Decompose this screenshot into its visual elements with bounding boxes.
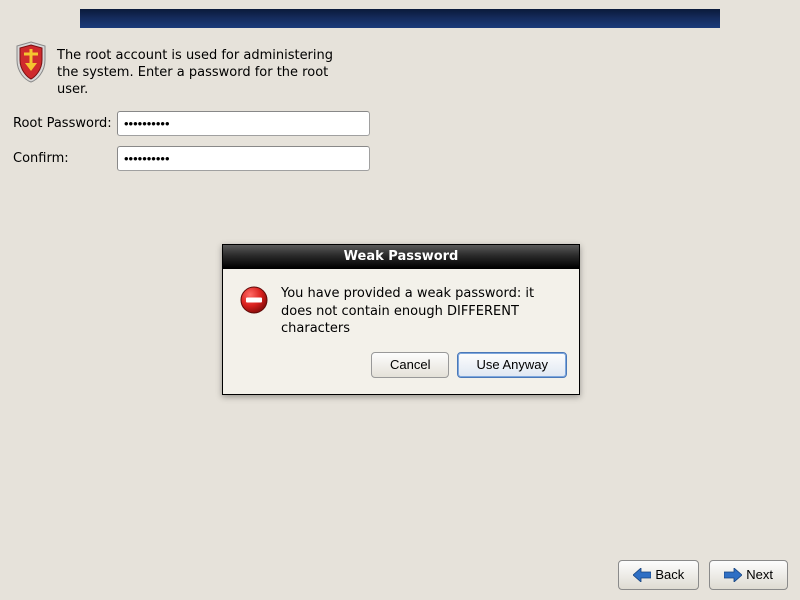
bottom-bar: Back Next bbox=[0, 548, 800, 600]
shield-icon bbox=[13, 40, 49, 84]
confirm-label: Confirm: bbox=[13, 151, 117, 166]
dialog-body: You have provided a weak password: it do… bbox=[223, 269, 579, 346]
error-icon bbox=[239, 285, 269, 315]
intro-row: The root account is used for administeri… bbox=[13, 40, 787, 99]
confirm-password-input[interactable] bbox=[117, 146, 370, 171]
back-label: Back bbox=[655, 567, 684, 582]
cancel-button[interactable]: Cancel bbox=[371, 352, 449, 378]
next-label: Next bbox=[746, 567, 773, 582]
intro-text: The root account is used for administeri… bbox=[57, 40, 347, 99]
root-password-input[interactable] bbox=[117, 111, 370, 136]
arrow-right-icon bbox=[724, 568, 742, 582]
main-content: The root account is used for administeri… bbox=[13, 40, 787, 181]
password-label: Root Password: bbox=[13, 116, 117, 131]
use-anyway-button[interactable]: Use Anyway bbox=[457, 352, 567, 378]
dialog-buttons: Cancel Use Anyway bbox=[223, 346, 579, 394]
arrow-left-icon bbox=[633, 568, 651, 582]
dialog-message: You have provided a weak password: it do… bbox=[281, 285, 563, 338]
header-banner bbox=[80, 9, 720, 28]
weak-password-dialog: Weak Password You have provided a weak p… bbox=[222, 244, 580, 395]
back-button[interactable]: Back bbox=[618, 560, 699, 590]
password-row: Root Password: bbox=[13, 111, 787, 136]
next-button[interactable]: Next bbox=[709, 560, 788, 590]
dialog-title: Weak Password bbox=[223, 245, 579, 269]
confirm-row: Confirm: bbox=[13, 146, 787, 171]
